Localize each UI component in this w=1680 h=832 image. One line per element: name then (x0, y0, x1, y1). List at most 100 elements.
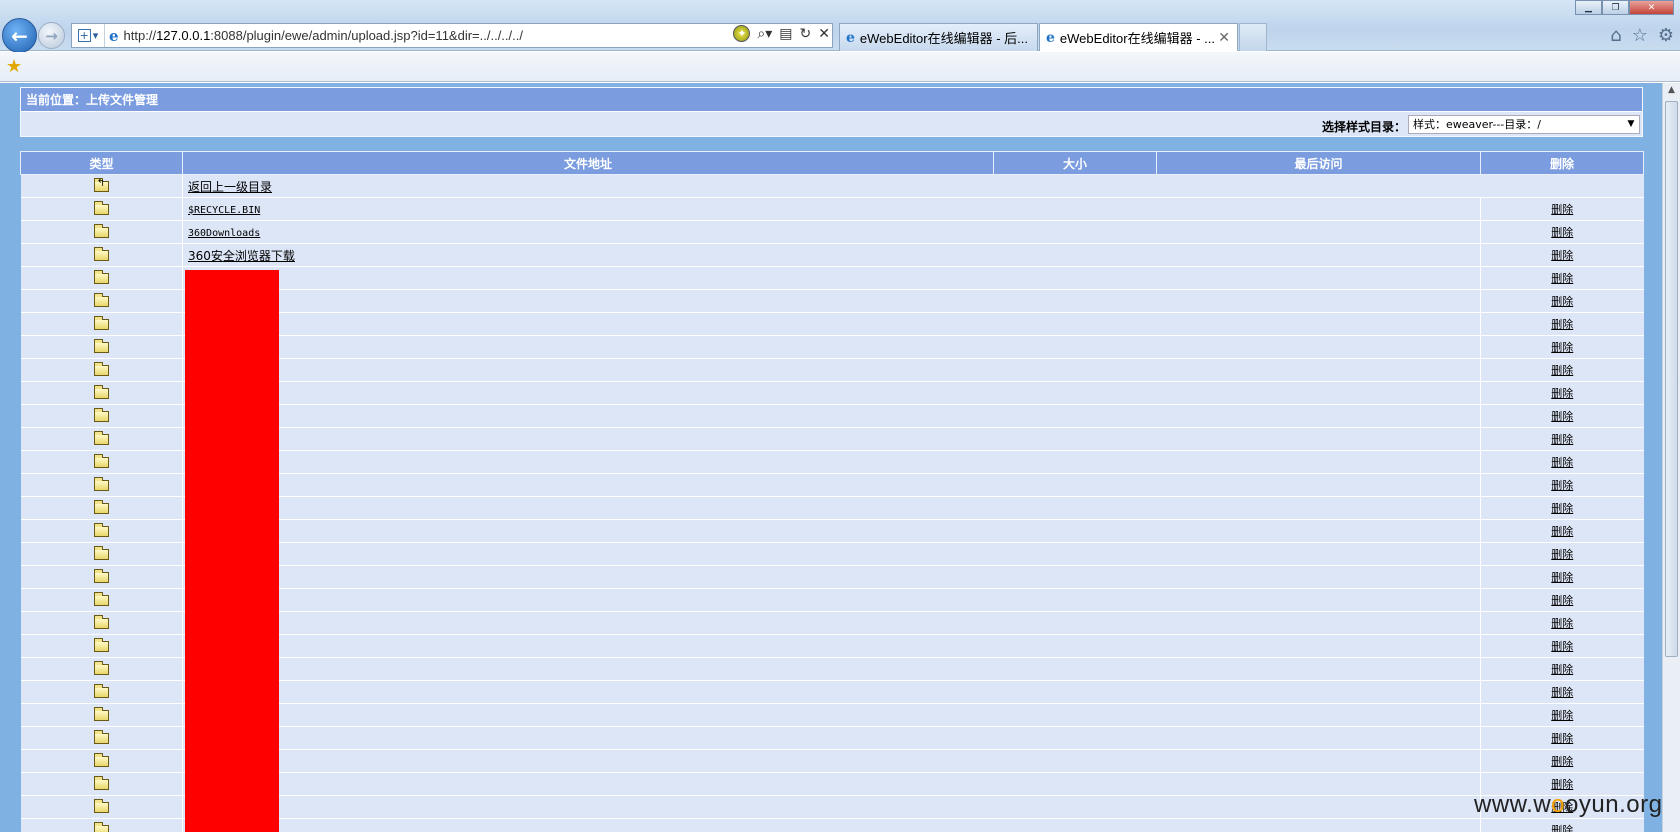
delete-link[interactable]: 删除 (1551, 778, 1573, 791)
gear-icon[interactable]: ⚙ (1658, 25, 1674, 46)
delete-link[interactable]: 删除 (1551, 318, 1573, 331)
folder-icon (93, 224, 109, 238)
delete-link[interactable]: 删除 (1551, 502, 1573, 515)
address-bar[interactable]: + ▾ e http://127.0.0.1:8088/plugin/ewe/ad… (71, 23, 833, 48)
url-text[interactable]: http://127.0.0.1:8088/plugin/ewe/admin/u… (124, 28, 523, 43)
delete-link[interactable]: 删除 (1551, 640, 1573, 653)
folder-icon (93, 362, 109, 376)
folder-up-icon (93, 178, 109, 192)
folder-icon (93, 431, 109, 445)
search-icon[interactable]: ⌕▾ (757, 26, 772, 42)
ie-page-icon: e (109, 26, 119, 45)
forward-button[interactable]: → (38, 22, 65, 49)
folder-icon (93, 822, 109, 832)
folder-icon (93, 799, 109, 813)
table-header-row: 类型 文件地址 大小 最后访问 删除 (20, 151, 1644, 175)
delete-link[interactable]: 删除 (1551, 341, 1573, 354)
table-row: 360Downloads 删除 (20, 220, 1644, 244)
delete-link[interactable]: 删除 (1551, 479, 1573, 492)
location-breadcrumb: 当前位置：上传文件管理 (21, 88, 1642, 112)
favorites-star-icon[interactable]: ☆ (1632, 25, 1648, 46)
folder-icon (93, 661, 109, 675)
delete-link[interactable]: 删除 (1551, 272, 1573, 285)
home-icon[interactable]: ⌂ (1610, 25, 1621, 46)
delete-link[interactable]: 删除 (1551, 686, 1573, 699)
folder-icon (93, 316, 109, 330)
refresh-icon[interactable]: ↻ (800, 26, 812, 42)
stop-icon[interactable]: ✕ (818, 26, 830, 42)
close-window-button[interactable]: ✕ (1629, 0, 1674, 15)
scrollbar-thumb[interactable] (1665, 101, 1678, 657)
style-row: 选择样式目录： 样式：eweaver---目录：/ ▼ (21, 112, 1642, 136)
tab-title: eWebEditor在线编辑器 - ... (1059, 31, 1215, 46)
window-controls: ▁ ❐ ✕ (1575, 0, 1674, 15)
delete-link[interactable]: 删除 (1551, 226, 1573, 239)
compatibility-view-icon[interactable]: ✦ (733, 25, 751, 42)
table-row: 360安全浏览器下载 删除 (20, 243, 1644, 267)
folder-icon (93, 454, 109, 468)
table-row: $RECYCLE.BIN 删除 (20, 197, 1644, 221)
delete-link[interactable]: 删除 (1551, 571, 1573, 584)
folder-icon (93, 730, 109, 744)
browser-tools: ⌂ ☆ ⚙ (1610, 25, 1674, 46)
style-select-value: 样式：eweaver---目录：/ (1413, 118, 1541, 131)
delete-link[interactable]: 删除 (1551, 755, 1573, 768)
folder-icon (93, 569, 109, 583)
tab-close-icon[interactable]: ✕ (1218, 29, 1230, 46)
folder-icon (93, 477, 109, 491)
compat-dropdown[interactable]: + ▾ (72, 24, 105, 47)
delete-link[interactable]: 删除 (1551, 249, 1573, 262)
chevron-down-icon[interactable]: ▼ (1623, 116, 1639, 133)
folder-icon (93, 615, 109, 629)
delete-link[interactable]: 删除 (1551, 617, 1573, 630)
delete-link[interactable]: 删除 (1551, 456, 1573, 469)
delete-link[interactable]: 删除 (1551, 824, 1573, 832)
new-tab-button[interactable] (1239, 23, 1267, 51)
browser-toolbar: ← → + ▾ e http://127.0.0.1:8088/plugin/ew… (0, 0, 1680, 53)
delete-link[interactable]: 删除 (1551, 364, 1573, 377)
folder-icon (93, 293, 109, 307)
folder-icon (93, 684, 109, 698)
delete-link[interactable]: 删除 (1551, 709, 1573, 722)
delete-link[interactable]: 删除 (1551, 732, 1573, 745)
compatibility-icon[interactable]: ▤ (779, 26, 792, 42)
scroll-up-arrow-icon[interactable]: ▲ (1665, 85, 1678, 98)
folder-icon (93, 592, 109, 606)
file-link[interactable]: 360安全浏览器下载 (188, 249, 295, 263)
folder-icon (93, 408, 109, 422)
delete-link[interactable]: 删除 (1551, 525, 1573, 538)
delete-link[interactable]: 删除 (1551, 548, 1573, 561)
delete-link[interactable]: 删除 (1551, 203, 1573, 216)
folder-icon (93, 753, 109, 767)
delete-link[interactable]: 删除 (1551, 410, 1573, 423)
file-link[interactable]: $RECYCLE.BIN (188, 205, 260, 216)
tab-ewebeditor-1[interactable]: e eWebEditor在线编辑器 - 后... (839, 23, 1038, 51)
style-directory-select[interactable]: 样式：eweaver---目录：/ ▼ (1408, 115, 1640, 134)
col-header-path: 文件地址 (182, 151, 994, 175)
folder-icon (93, 201, 109, 215)
add-favorites-icon[interactable]: ★ (6, 56, 22, 77)
delete-link[interactable]: 删除 (1551, 663, 1573, 676)
location-panel: 当前位置：上传文件管理 选择样式目录： 样式：eweaver---目录：/ ▼ (20, 87, 1643, 137)
delete-link[interactable]: 删除 (1551, 295, 1573, 308)
maximize-button[interactable]: ❐ (1602, 0, 1629, 15)
tab-ewebeditor-2-active[interactable]: e eWebEditor在线编辑器 - ... ✕ (1039, 23, 1238, 51)
tab-title: eWebEditor在线编辑器 - 后... (859, 31, 1028, 46)
watermark: www.wooyun.org (1474, 791, 1663, 818)
file-link[interactable]: 360Downloads (188, 228, 260, 239)
style-select-label: 选择样式目录： (1321, 120, 1406, 134)
folder-icon (93, 385, 109, 399)
parent-directory-link[interactable]: 返回上一级目录 (188, 180, 272, 194)
folder-icon (93, 500, 109, 514)
back-button[interactable]: ← (2, 18, 37, 53)
delete-link[interactable]: 删除 (1551, 387, 1573, 400)
vertical-scrollbar[interactable]: ▲ (1662, 83, 1680, 832)
folder-icon (93, 546, 109, 560)
folder-icon (93, 339, 109, 353)
delete-link[interactable]: 删除 (1551, 433, 1573, 446)
delete-link[interactable]: 删除 (1551, 594, 1573, 607)
col-header-type: 类型 (20, 151, 183, 175)
ie-tab-icon: e (846, 29, 855, 46)
minimize-button[interactable]: ▁ (1575, 0, 1602, 15)
folder-icon (93, 247, 109, 261)
